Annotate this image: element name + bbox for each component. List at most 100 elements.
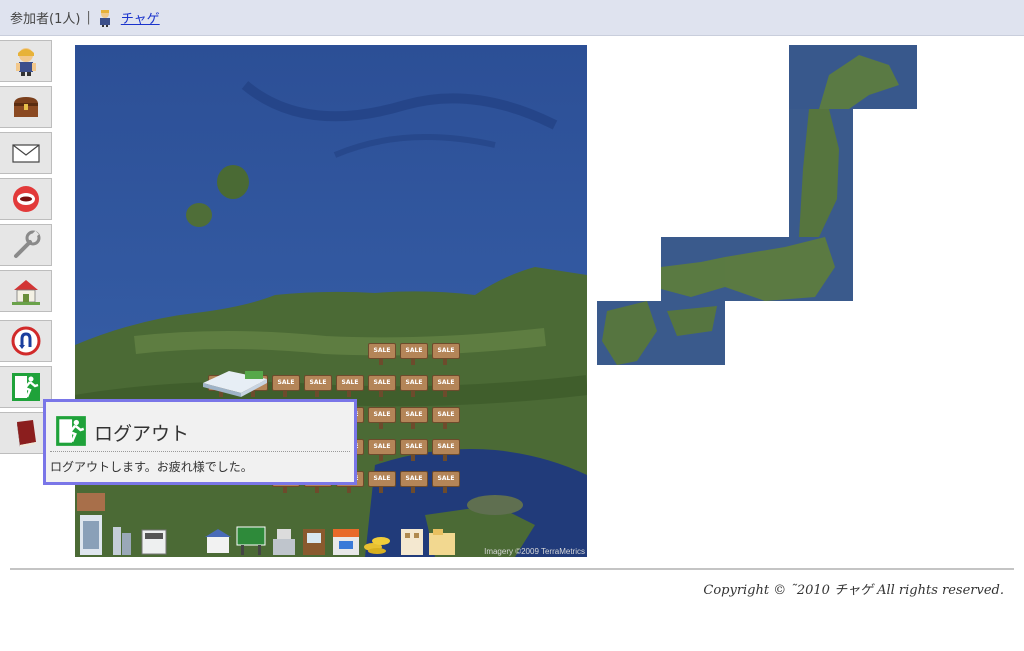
sale-lot[interactable]: SALE <box>367 471 396 493</box>
sale-sign-post <box>411 358 415 365</box>
minimap-tile-kansai[interactable] <box>661 237 725 301</box>
sale-sign-post <box>315 486 319 493</box>
sale-sign-post <box>411 390 415 397</box>
coins-icon[interactable] <box>363 531 393 557</box>
minimap-tile-kyushu-shikoku[interactable] <box>597 301 725 365</box>
settings-button[interactable] <box>0 224 52 266</box>
sale-sign-label: SALE <box>432 439 460 455</box>
sale-lot[interactable]: SALE <box>431 343 460 365</box>
footer-divider <box>10 568 1014 570</box>
sale-sign-label: SALE <box>368 439 396 455</box>
minimap-tile-kanto-chubu[interactable] <box>725 237 853 301</box>
sale-lot[interactable]: SALE <box>431 375 460 397</box>
minimap-tile-tohoku[interactable] <box>789 109 853 237</box>
sale-sign-label: SALE <box>368 407 396 423</box>
vending-machine-icon[interactable] <box>301 527 327 557</box>
sale-lot[interactable]: SALE <box>399 375 428 397</box>
logout-tooltip: ログアウト ログアウトします。お疲れ様でした。 <box>43 399 357 485</box>
sale-sign-post <box>411 486 415 493</box>
u-turn-button[interactable] <box>0 320 52 362</box>
sale-lot[interactable]: SALE <box>303 375 332 397</box>
sale-sign-post <box>379 390 383 397</box>
treasure-chest-button[interactable] <box>0 86 52 128</box>
side-toolbar <box>0 40 53 458</box>
sale-lot[interactable]: SALE <box>399 439 428 461</box>
wrench-icon <box>13 230 40 258</box>
sale-sign-post <box>283 486 287 493</box>
shop-icon[interactable] <box>331 527 361 557</box>
sale-sign-label: SALE <box>368 471 396 487</box>
sale-lot[interactable]: SALE <box>367 343 396 365</box>
sale-sign-label: SALE <box>336 375 364 391</box>
sale-sign-post <box>347 390 351 397</box>
sale-sign-post <box>443 358 447 365</box>
sale-lot[interactable]: SALE <box>335 375 364 397</box>
mouth-icon <box>12 186 39 212</box>
sale-sign-label: SALE <box>368 343 396 359</box>
sale-sign-label: SALE <box>432 471 460 487</box>
sale-sign-post <box>443 486 447 493</box>
sale-lot[interactable]: SALE <box>399 471 428 493</box>
avatar-icon <box>15 48 36 76</box>
sale-lot[interactable]: SALE <box>431 407 460 429</box>
office-building-icon[interactable] <box>203 365 267 401</box>
sale-sign-post <box>379 358 383 365</box>
skyscraper-icon[interactable] <box>109 525 135 557</box>
treasure-chest-icon <box>13 97 38 117</box>
sale-sign-label: SALE <box>432 375 460 391</box>
sale-sign-post <box>379 486 383 493</box>
sale-lot[interactable]: SALE <box>431 439 460 461</box>
minimap-tile-hokkaido[interactable] <box>789 45 917 109</box>
exit-sign-icon <box>56 416 86 446</box>
book-icon <box>16 420 36 447</box>
school-icon[interactable] <box>203 527 233 557</box>
sale-sign-label: SALE <box>304 375 332 391</box>
work-office-icon[interactable] <box>141 529 167 557</box>
sale-sign-post <box>379 422 383 429</box>
sale-lot[interactable]: SALE <box>367 407 396 429</box>
sale-sign-post <box>315 390 319 397</box>
sale-sign-post <box>347 486 351 493</box>
sale-sign-post <box>443 390 447 397</box>
sale-sign-post <box>411 454 415 461</box>
house-icon <box>11 280 40 305</box>
header-separator: | <box>86 10 91 25</box>
avatar-button[interactable] <box>0 40 52 82</box>
sale-sign-label: SALE <box>400 343 428 359</box>
sale-lot[interactable]: SALE <box>367 375 396 397</box>
sale-sign-label: SALE <box>432 343 460 359</box>
sale-lot[interactable]: SALE <box>367 439 396 461</box>
sale-sign-post <box>283 390 287 397</box>
sale-lot[interactable]: SALE <box>399 407 428 429</box>
tooltip-description: ログアウトします。お疲れ様でした。 <box>50 460 253 474</box>
sale-sign-post <box>379 454 383 461</box>
participants-count: 参加者(1人) <box>10 12 81 27</box>
japan-minimap[interactable] <box>597 45 917 365</box>
tower-icon[interactable] <box>271 527 297 557</box>
apartment-icon[interactable] <box>77 493 105 557</box>
tooltip-title: ログアウト <box>94 423 190 445</box>
mail-button[interactable] <box>0 132 52 174</box>
sale-sign-post <box>411 422 415 429</box>
chat-button[interactable] <box>0 178 52 220</box>
user-name-link[interactable]: チャゲ <box>121 8 160 27</box>
copyright-text: Copyright © ˜2010 チャゲ All rights reserve… <box>703 583 1004 598</box>
envelope-icon <box>11 144 40 163</box>
sale-sign-label: SALE <box>400 471 428 487</box>
user-avatar-icon <box>97 9 113 27</box>
sale-sign-label: SALE <box>272 375 300 391</box>
sale-lot[interactable]: SALE <box>431 471 460 493</box>
sale-lot[interactable]: SALE <box>271 375 300 397</box>
sale-sign-label: SALE <box>368 375 396 391</box>
sale-sign-post <box>443 422 447 429</box>
sale-lot[interactable]: SALE <box>399 343 428 365</box>
sale-sign-post <box>443 454 447 461</box>
sale-sign-label: SALE <box>400 439 428 455</box>
exit-sign-icon <box>11 373 40 401</box>
billboard-icon[interactable] <box>235 525 267 557</box>
top-bar: 参加者(1人) | チャゲ <box>0 0 1024 36</box>
mansion-icon[interactable] <box>397 525 427 557</box>
home-button[interactable] <box>0 270 52 312</box>
sale-sign-label: SALE <box>400 407 428 423</box>
warehouse-icon[interactable] <box>427 527 457 557</box>
